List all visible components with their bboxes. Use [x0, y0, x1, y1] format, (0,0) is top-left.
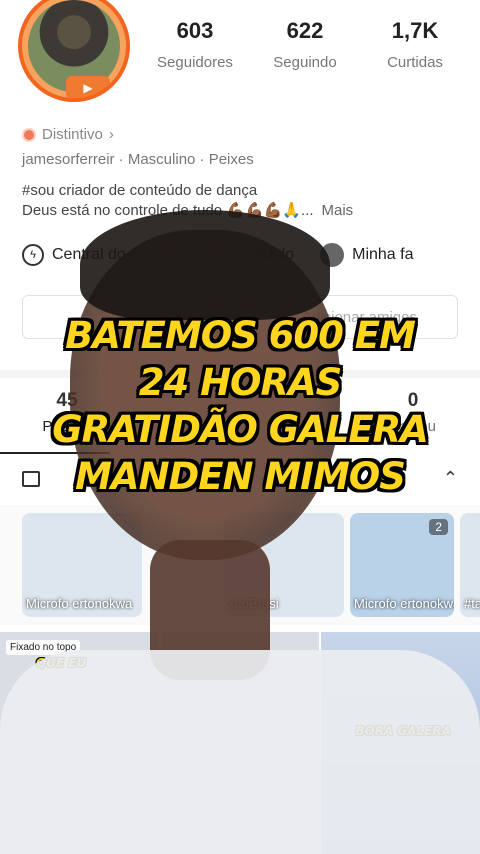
playlist-card[interactable]: Microfo ertonokwa [22, 513, 142, 617]
badge-link[interactable]: Distintivo › [22, 126, 114, 143]
overlay-caption: BATEMOS 600 EM 24 HORAS GRATIDÃO GALERA … [0, 312, 480, 500]
playlist-label: Microfo ertonokwa [26, 596, 133, 611]
video-thumbnail[interactable]: Fixado no topo QUE EU [0, 632, 159, 854]
stat-value: 1,7K [391, 18, 439, 43]
pinned-badge: Fixado no topo [6, 640, 81, 655]
playlist-count: 2 [429, 519, 448, 535]
caption-line: BATEMOS 600 EM [65, 314, 416, 357]
shortcut-my-order[interactable]: Meu Pedido [209, 243, 294, 267]
stat-label: Seguidores [157, 54, 233, 71]
playlist-label: #ta ao [464, 596, 480, 611]
badge-label: Distintivo [42, 126, 103, 143]
shortcut-fans[interactable]: Minha fa [320, 243, 414, 267]
playlist-card[interactable]: xaoBrasi [224, 513, 344, 617]
playlist-card[interactable]: 2 Microfo ertonokwa [350, 513, 454, 617]
caption-line: GRATIDÃO GALERA [52, 408, 429, 451]
shortcut-row: ϟ Central do Criador Meu Pedido Minha fa [22, 243, 480, 267]
stat-value: 622 [286, 18, 324, 43]
shortcut-label: Minha fa [352, 246, 414, 263]
badge-icon [22, 127, 36, 142]
stat-followers[interactable]: 603 Seguidores [150, 18, 240, 71]
stat-label: Curtidas [387, 54, 443, 71]
caption-line: MANDEN MIMOS [75, 455, 406, 498]
playlist-label: Microfo ertonokwa [354, 596, 454, 611]
stat-value: 603 [176, 18, 214, 43]
video-grid: Fixado no topo QUE EU BORA GALERA [0, 632, 480, 854]
shortcut-label: Meu Pedido [208, 246, 295, 263]
thumbnail-caption: BORA GALERA [355, 724, 451, 738]
profile-bio: #sou criador de conteúdo de dança Deus e… [22, 181, 353, 221]
stat-label: Seguindo [273, 54, 337, 71]
bio-line: #sou criador de conteúdo de dança [22, 182, 258, 199]
bolt-icon: ϟ [22, 244, 44, 266]
playlist-label: xaoBrasi [228, 596, 279, 611]
avatar [320, 243, 345, 267]
chevron-right-icon: › [108, 126, 114, 143]
bio-line: Deus está no controle de tudo 💪🏾💪🏾💪🏾🙏... [22, 202, 314, 219]
stat-likes[interactable]: 1,7K Curtidas [370, 18, 460, 71]
profile-stats: 603 Seguidores 622 Seguindo 1,7K Curtida… [150, 18, 460, 71]
caption-line: 24 HORAS [138, 361, 343, 404]
profile-avatar[interactable]: ▶ [18, 0, 130, 102]
shortcut-label: Central do Criador [52, 246, 183, 263]
video-thumbnail[interactable]: BORA GALERA [321, 632, 480, 854]
bio-more-link[interactable]: Mais [322, 202, 354, 219]
playlist-card[interactable]: #ta ao [460, 513, 480, 617]
stat-following[interactable]: 622 Seguindo [260, 18, 350, 71]
thumbnail-caption: QUE EU [36, 656, 87, 670]
video-thumbnail[interactable] [160, 632, 320, 854]
playlist-carousel: Microfo ertonokwa xaoBrasi 2 Microfo ert… [0, 505, 480, 625]
profile-meta: jamesorferreir · Masculino · Peixes [22, 151, 254, 168]
shortcut-creator-center[interactable]: ϟ Central do Criador [22, 243, 183, 267]
live-badge-icon: ▶ [66, 76, 110, 98]
